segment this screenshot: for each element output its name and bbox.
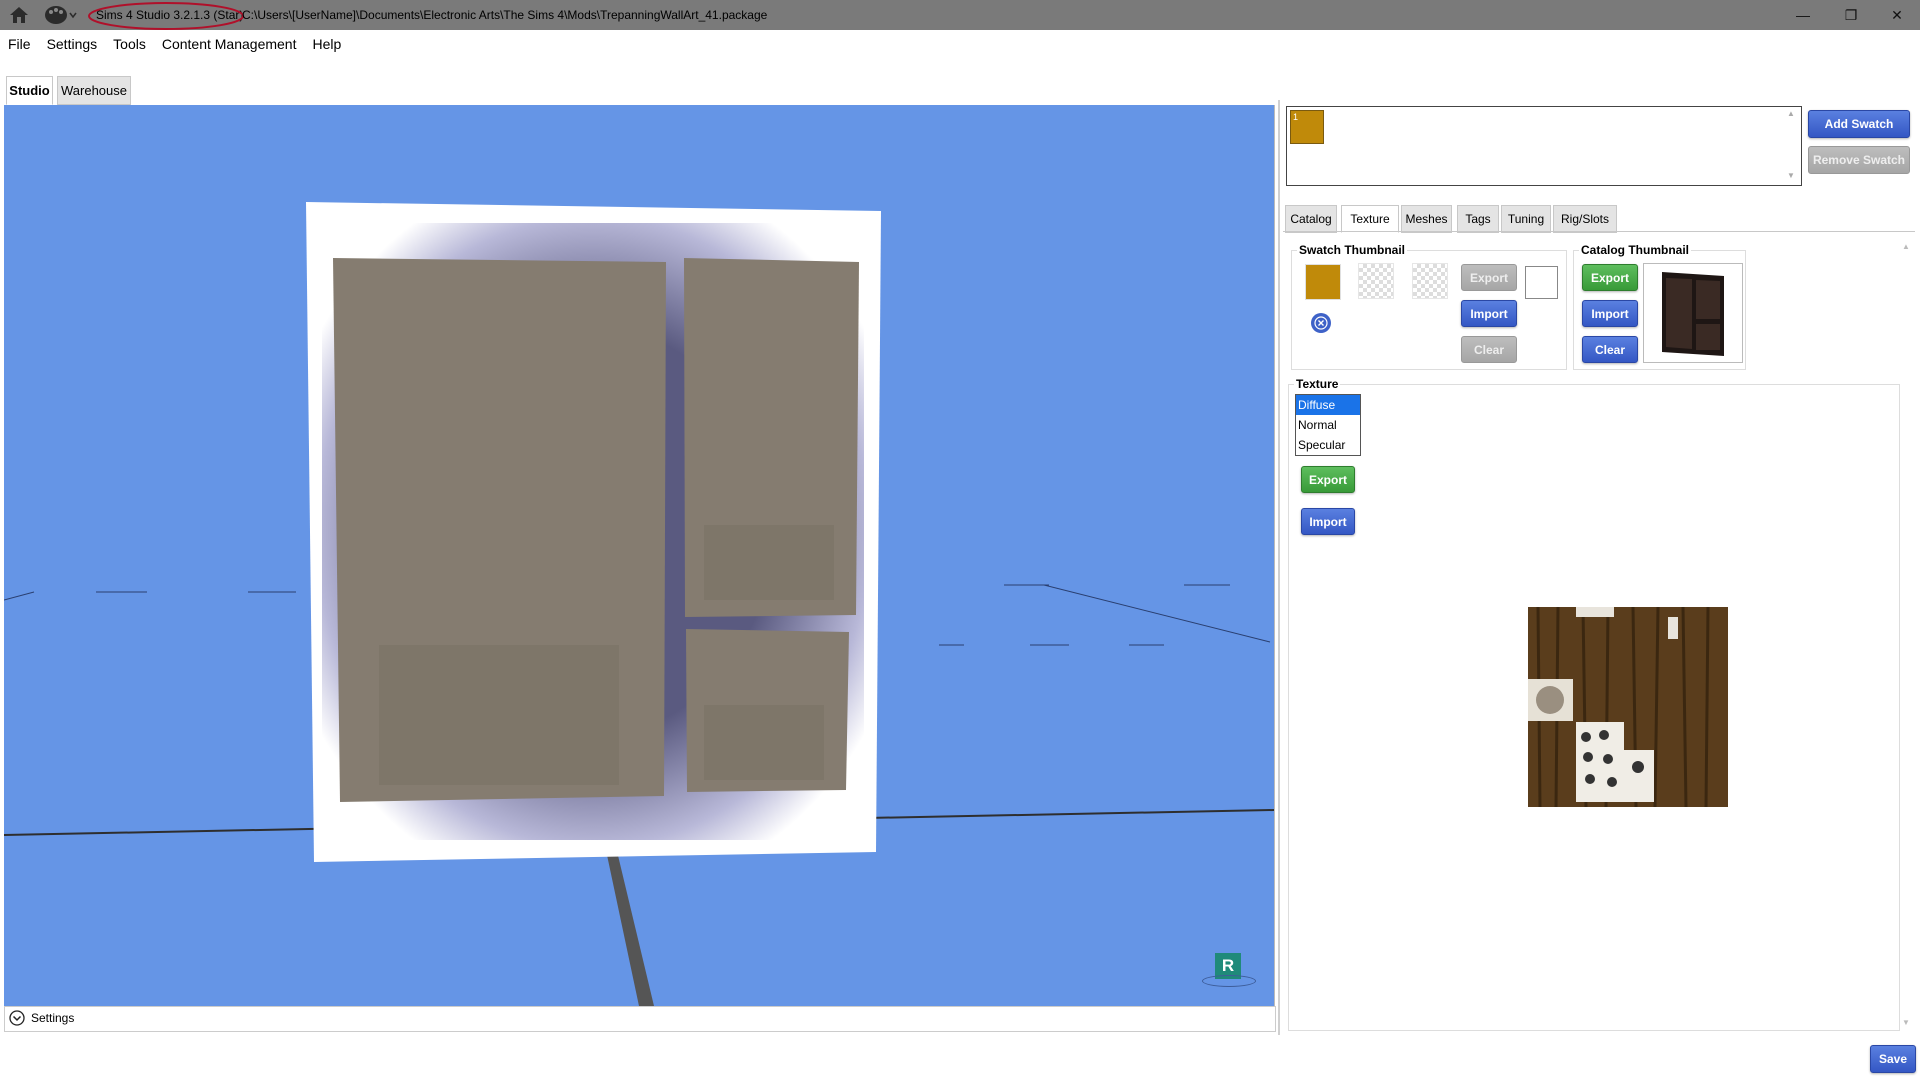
tab-studio[interactable]: Studio [6, 76, 53, 105]
texture-option-diffuse[interactable]: Diffuse [1296, 395, 1360, 415]
swatch-thumbnail-slot[interactable] [1358, 263, 1394, 299]
file-path: C:\Users\[UserName]\Documents\Electronic… [242, 8, 768, 22]
viewport-settings-bar: Settings [4, 1006, 1276, 1032]
swatch-item[interactable]: 1 [1290, 110, 1324, 144]
tab-tags[interactable]: Tags [1457, 205, 1499, 233]
viewport-settings-label[interactable]: Settings [31, 1011, 74, 1025]
swatch-thumbnail-preview[interactable] [1305, 264, 1341, 300]
scene-render [4, 202, 1274, 1006]
swatch-thumbnail-slot[interactable] [1412, 263, 1448, 299]
swatch-import-button[interactable]: Import [1461, 300, 1517, 327]
tab-meshes[interactable]: Meshes [1401, 205, 1452, 233]
r-badge-ring [1202, 975, 1256, 987]
save-button[interactable]: Save [1870, 1045, 1916, 1073]
swatch-clear-button[interactable]: Clear [1461, 336, 1517, 363]
tab-warehouse[interactable]: Warehouse [57, 76, 131, 105]
restore-button[interactable]: ❐ [1828, 0, 1874, 30]
swatch-export-button[interactable]: Export [1461, 264, 1517, 291]
scroll-up-icon[interactable]: ▲ [1902, 242, 1910, 251]
tab-tuning[interactable]: Tuning [1501, 205, 1551, 233]
catalog-thumbnail-image[interactable] [1643, 263, 1743, 363]
menu-bar: File Settings Tools Content Management H… [0, 32, 1920, 56]
texture-import-button[interactable]: Import [1301, 508, 1355, 535]
scroll-down-icon[interactable]: ▼ [1902, 1018, 1910, 1027]
swatch-index: 1 [1293, 112, 1299, 122]
texture-type-list[interactable]: Diffuse Normal Specular [1295, 394, 1361, 456]
tab-rig-slots[interactable]: Rig/Slots [1553, 205, 1617, 233]
panel-inner-shade [704, 705, 824, 780]
3d-viewport[interactable]: R [4, 105, 1275, 1006]
title-bar: Sims 4 Studio 3.2.1.3 (Star) C:\Users\[U… [0, 0, 1920, 30]
catalog-clear-button[interactable]: Clear [1582, 336, 1638, 363]
panel-inner-shade [379, 645, 619, 785]
tab-texture[interactable]: Texture [1341, 205, 1399, 233]
add-swatch-button[interactable]: Add Swatch [1808, 110, 1910, 138]
swatch-color-box[interactable] [1525, 266, 1558, 299]
menu-help[interactable]: Help [304, 32, 349, 56]
menu-tools[interactable]: Tools [105, 32, 154, 56]
texture-option-normal[interactable]: Normal [1296, 415, 1360, 435]
title-highlight-ellipse [86, 1, 246, 31]
scroll-down-icon[interactable]: ▼ [1787, 171, 1795, 180]
remove-swatch-button[interactable]: Remove Swatch [1808, 146, 1910, 174]
scroll-up-icon[interactable]: ▲ [1787, 109, 1795, 118]
expand-chevron-icon[interactable] [9, 1010, 25, 1026]
texture-export-button[interactable]: Export [1301, 466, 1355, 493]
home-icon[interactable] [8, 5, 30, 25]
texture-option-specular[interactable]: Specular [1296, 435, 1360, 455]
menu-settings[interactable]: Settings [39, 32, 106, 56]
menu-file[interactable]: File [0, 32, 39, 56]
tab-catalog[interactable]: Catalog [1285, 205, 1337, 233]
remove-circle-icon[interactable] [1311, 313, 1331, 333]
close-button[interactable]: ✕ [1874, 0, 1920, 30]
catalog-export-button[interactable]: Export [1582, 264, 1638, 291]
swatch-thumbnail-label: Swatch Thumbnail [1297, 243, 1408, 257]
swatch-list[interactable]: 1 ▲ ▼ [1286, 106, 1802, 186]
pane-splitter[interactable] [1278, 100, 1280, 1035]
texture-label: Texture [1294, 377, 1341, 391]
catalog-import-button[interactable]: Import [1582, 300, 1638, 327]
menu-content-management[interactable]: Content Management [154, 32, 305, 56]
panel-inner-shade [704, 525, 834, 600]
catalog-thumbnail-label: Catalog Thumbnail [1579, 243, 1691, 257]
texture-preview-image [1528, 607, 1728, 807]
minimize-button[interactable]: — [1780, 0, 1826, 30]
palette-icon[interactable] [44, 4, 78, 26]
